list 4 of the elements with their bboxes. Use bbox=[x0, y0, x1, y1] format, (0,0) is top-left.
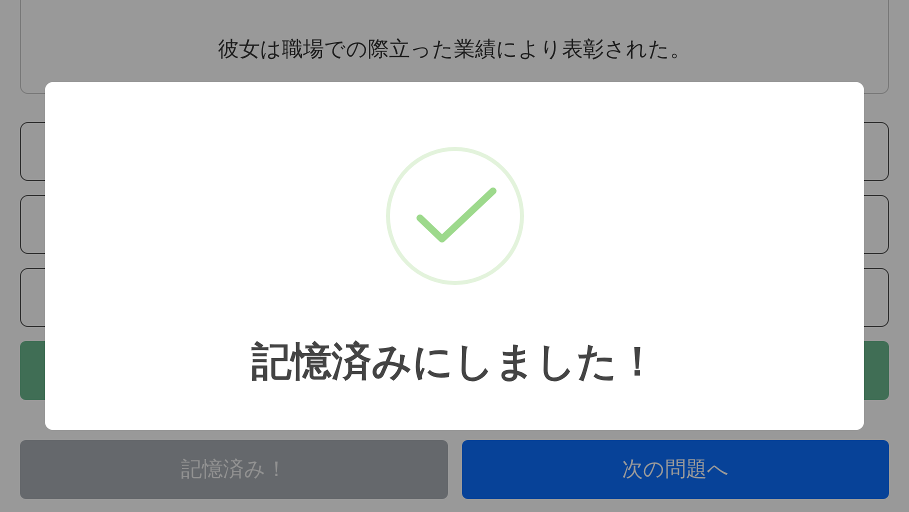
sentence-text: 彼女は職場での際立った業績により表彰された。 bbox=[218, 36, 691, 62]
dialog-message: 記憶済みにしました！ bbox=[252, 342, 658, 382]
next-button[interactable]: 次の問題へ bbox=[462, 440, 889, 499]
check-circle-icon bbox=[384, 146, 524, 286]
